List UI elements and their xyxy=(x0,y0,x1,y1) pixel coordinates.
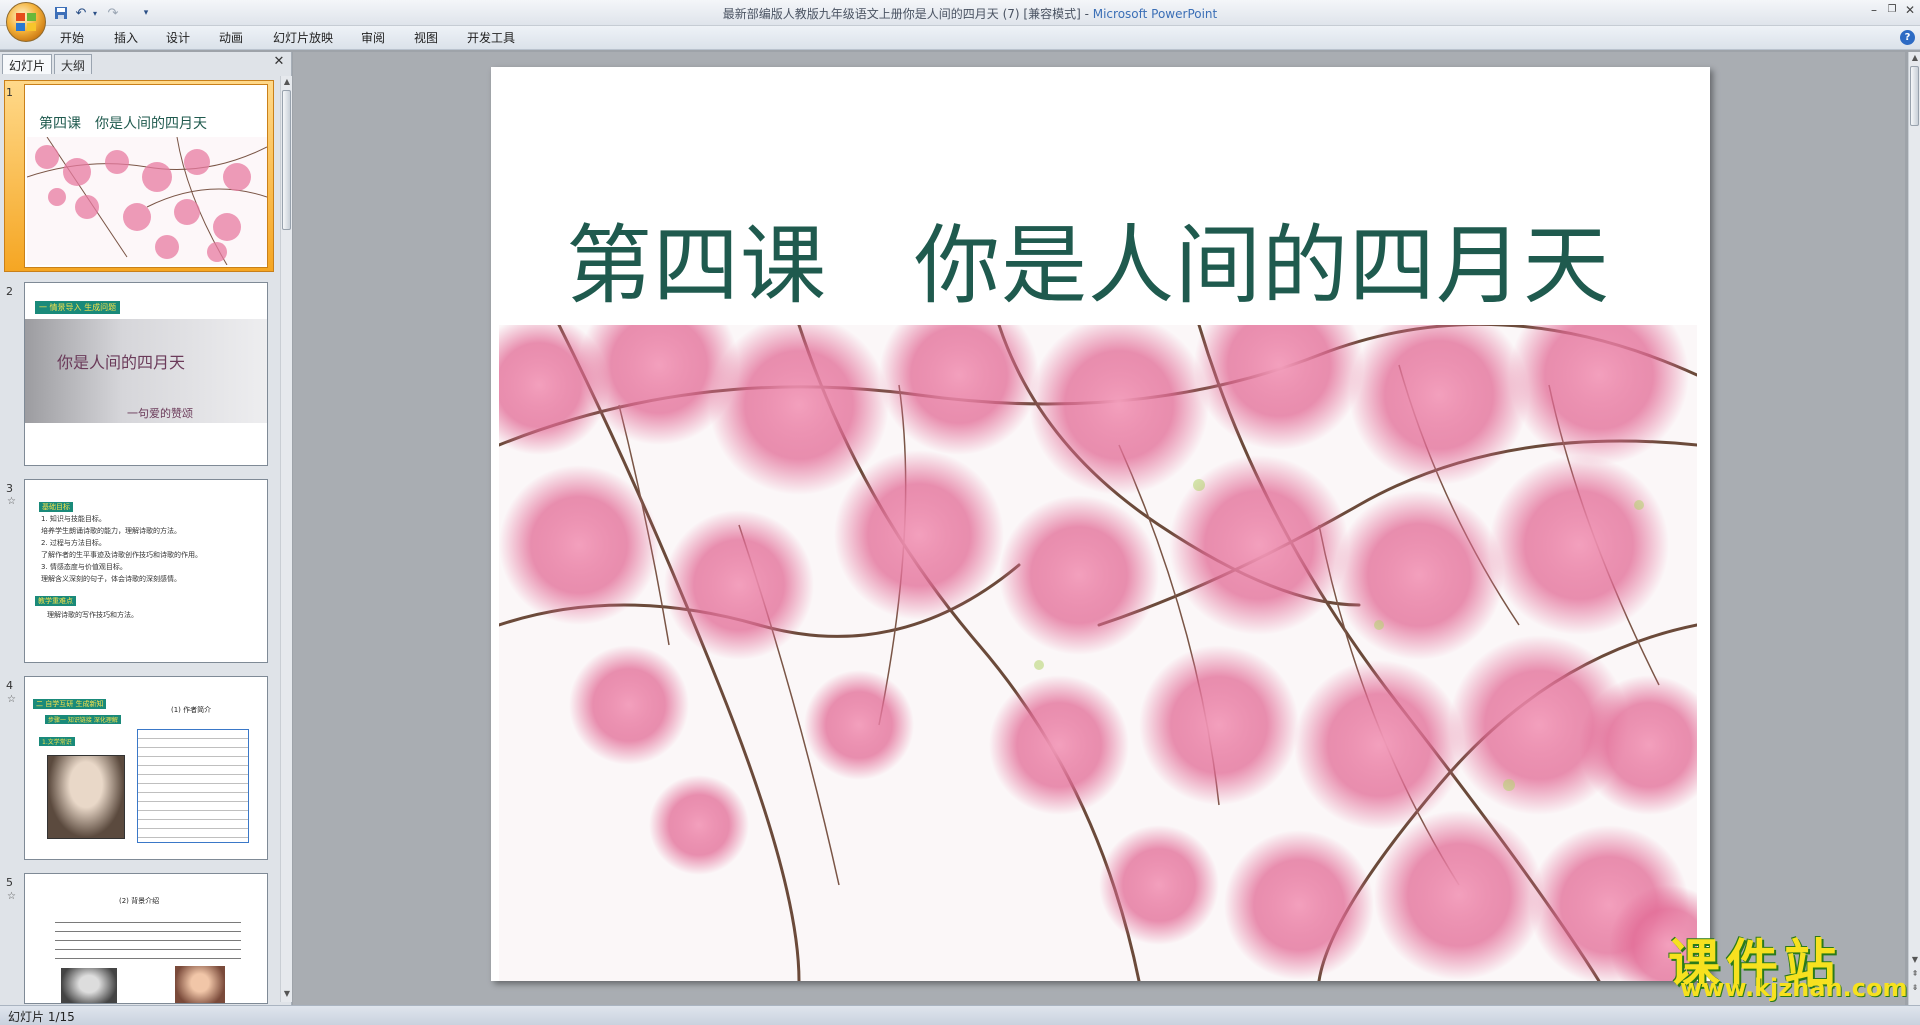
tab-animations[interactable]: 动画 xyxy=(219,29,243,47)
document-name: 最新部编版人教版九年级语文上册你是人间的四月天 (7) [兼容模式] xyxy=(722,7,1081,21)
thumb-line: 理解含义深刻的句子，体会诗歌的深刻感情。 xyxy=(41,575,181,583)
title-separator: - xyxy=(1080,7,1093,21)
panel-close-icon[interactable]: ✕ xyxy=(272,55,286,69)
status-bar xyxy=(0,1005,1920,1025)
tab-view[interactable]: 视图 xyxy=(414,29,438,47)
customize-qat-icon[interactable]: ▾ xyxy=(140,3,152,23)
next-slide-icon[interactable]: ⇟ xyxy=(1909,982,1920,994)
thumb-title: 你是人间的四月天 xyxy=(57,353,186,372)
scroll-thumb[interactable] xyxy=(282,90,291,230)
slide-thumbnail-2[interactable]: 一 情景导入 生成问题 你是人间的四月天 一句爱的赞颂 xyxy=(24,282,268,466)
thumb-section-tag: 一 情景导入 生成问题 xyxy=(35,301,121,314)
slide-counter: 幻灯片 1/15 xyxy=(8,1010,75,1024)
thumb-line: 3. 情感态度与价值观目标。 xyxy=(41,563,127,571)
thumb-tag: 步骤一 知识链接 深化理解 xyxy=(45,715,121,724)
scroll-up-icon[interactable]: ▲ xyxy=(281,76,293,88)
undo-dropdown-icon[interactable]: ▾ xyxy=(90,3,100,23)
slide-thumbnail-4[interactable]: 二 自学互研 生成新知 步骤一 知识链接 深化理解 1.文学常识 (1) 作者简… xyxy=(24,676,268,860)
minimize-icon[interactable]: – xyxy=(1864,3,1884,17)
tab-design[interactable]: 设计 xyxy=(166,29,190,47)
undo-icon[interactable]: ↶ xyxy=(72,3,90,23)
animation-star-icon: ☆ xyxy=(7,891,16,902)
tab-slide-show[interactable]: 幻灯片放映 xyxy=(273,29,333,47)
thumb-subtitle: 一句爱的赞颂 xyxy=(127,407,193,420)
thumb-caption: (2) 背景介绍 xyxy=(119,897,160,905)
tab-insert[interactable]: 插入 xyxy=(114,29,138,47)
tab-outline[interactable]: 大纲 xyxy=(54,54,93,74)
restore-icon[interactable]: ❐ xyxy=(1882,3,1902,17)
current-slide[interactable]: 第四课 你是人间的四月天 xyxy=(491,67,1710,981)
thumb-caption: (1) 作者简介 xyxy=(171,706,212,714)
previous-slide-icon[interactable]: ⇞ xyxy=(1909,968,1920,980)
thumb-tag: 基础目标 xyxy=(39,502,73,512)
thumb-line: 了解作者的生平事迹及诗歌创作技巧和诗歌的作用。 xyxy=(41,551,202,559)
tab-home[interactable]: 开始 xyxy=(60,29,84,47)
slide-number: 2 xyxy=(6,285,13,298)
slide-number: 3 xyxy=(6,482,13,495)
scroll-down-icon[interactable]: ▼ xyxy=(281,988,293,1000)
portrait-image xyxy=(61,968,117,1003)
watermark-logo: 课件站 www.kjzhan.com xyxy=(1668,922,1908,1002)
thumb-tag: 1.文学常识 xyxy=(39,737,75,746)
slide-thumbnail-1[interactable]: 第四课 你是人间的四月天 xyxy=(24,84,268,268)
slide-thumbnail-5[interactable]: (2) 背景介绍 xyxy=(24,873,268,1004)
thumb-title: 第四课 你是人间的四月天 xyxy=(39,116,207,132)
cherry-blossom-image[interactable] xyxy=(499,325,1697,981)
cherry-blossom-thumb-image xyxy=(27,137,267,265)
office-button[interactable] xyxy=(6,2,46,42)
slide-thumbnail-3[interactable]: 基础目标 1. 知识与技能目标。 培养学生朗诵诗歌的能力，理解诗歌的方法。 2.… xyxy=(24,479,268,663)
slide-scrollbar[interactable]: ▲ ▼ ⇞ ⇟ xyxy=(1908,52,1920,1005)
close-icon[interactable]: ✕ xyxy=(1900,3,1920,17)
thumb-text-block xyxy=(55,914,241,960)
portrait-image xyxy=(175,966,225,1003)
tab-developer[interactable]: 开发工具 xyxy=(467,29,515,47)
tab-review[interactable]: 审阅 xyxy=(361,29,385,47)
window-title: 最新部编版人教版九年级语文上册你是人间的四月天 (7) [兼容模式] - Mic… xyxy=(620,5,1320,22)
slide-number: 5 xyxy=(6,876,13,889)
thumb-tag: 教学重难点 xyxy=(35,596,76,606)
thumb-line: 理解诗歌的写作技巧和方法。 xyxy=(47,611,138,619)
redo-icon[interactable]: ↷ xyxy=(104,3,122,23)
animation-star-icon: ☆ xyxy=(7,496,16,507)
help-icon[interactable]: ? xyxy=(1900,30,1915,45)
tab-slides[interactable]: 幻灯片 xyxy=(2,54,53,74)
slide-title[interactable]: 第四课 你是人间的四月天 xyxy=(566,195,1666,320)
animation-star-icon: ☆ xyxy=(7,694,16,705)
author-portrait-image xyxy=(47,755,125,839)
scroll-up-icon[interactable]: ▲ xyxy=(1909,52,1920,64)
scroll-down-icon[interactable]: ▼ xyxy=(1909,954,1920,966)
slide-number: 1 xyxy=(6,86,13,99)
scroll-thumb[interactable] xyxy=(1910,66,1919,126)
thumbnail-scrollbar[interactable]: ▲ ▼ xyxy=(280,76,292,1002)
slide-number: 4 xyxy=(6,679,13,692)
app-name: Microsoft PowerPoint xyxy=(1092,7,1218,21)
thumb-text-box xyxy=(137,729,249,843)
thumb-line: 1. 知识与技能目标。 xyxy=(41,515,106,523)
watermark-url: www.kjzhan.com xyxy=(1680,974,1908,1002)
thumb-line: 培养学生朗诵诗歌的能力，理解诗歌的方法。 xyxy=(41,527,181,535)
thumb-line: 2. 过程与方法目标。 xyxy=(41,539,106,547)
thumb-section-tag: 二 自学互研 生成新知 xyxy=(33,699,107,709)
office-logo-icon xyxy=(16,13,36,31)
save-icon[interactable] xyxy=(52,3,70,23)
